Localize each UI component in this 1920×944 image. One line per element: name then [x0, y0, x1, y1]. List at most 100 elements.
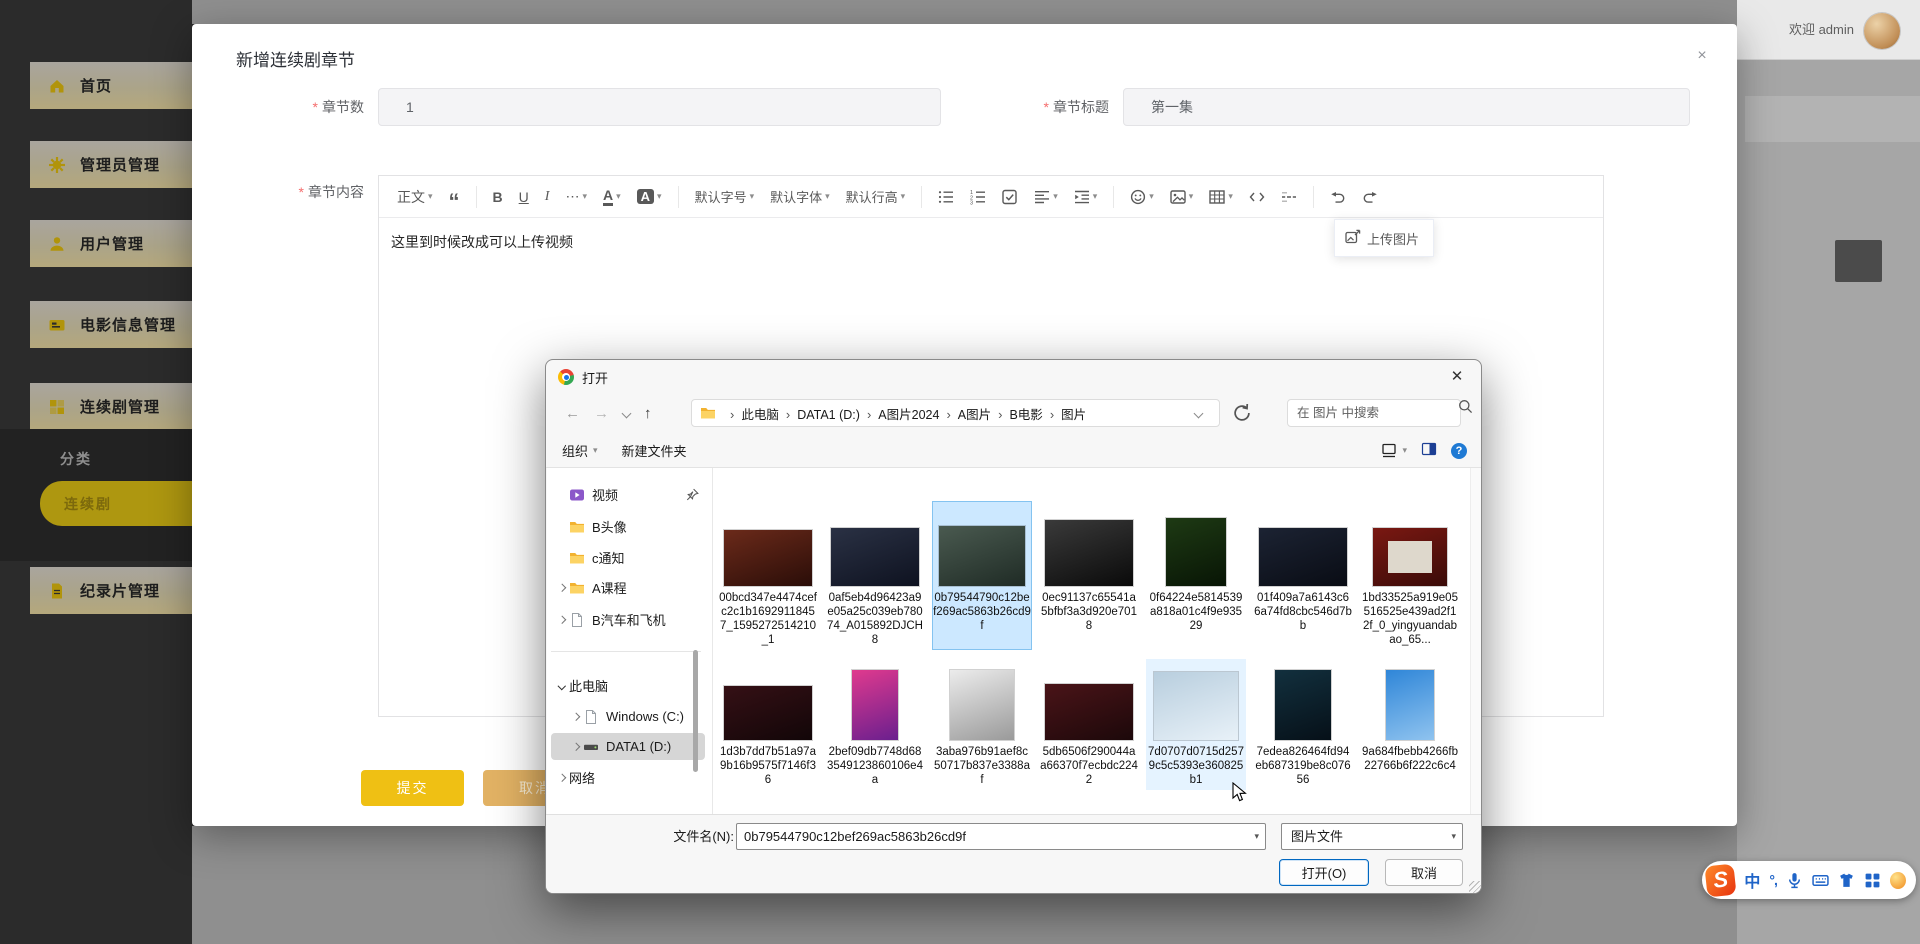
file-item[interactable]: 0af5eb4d96423a9e05a25c039eb78074_A015892… — [825, 501, 925, 650]
new-folder-button[interactable]: 新建文件夹 — [622, 441, 687, 460]
resize-grip[interactable] — [1469, 881, 1481, 893]
tree-item[interactable]: B汽车和飞机 — [551, 606, 705, 633]
sogou-logo-icon[interactable]: S — [1704, 863, 1737, 897]
avatar[interactable] — [1864, 13, 1900, 49]
chevron-down-icon[interactable] — [555, 681, 569, 690]
microphone-icon[interactable] — [1786, 872, 1803, 889]
chevron-right-icon[interactable] — [555, 615, 569, 624]
toolbar-italic-button[interactable]: I — [537, 185, 558, 209]
file-item[interactable]: 01f409a7a6143c66a74fd8cbc546d7bb — [1253, 501, 1353, 650]
sidebar-section-label: 分类 — [60, 451, 92, 467]
tree-item[interactable]: A课程 — [551, 574, 705, 601]
tree-item[interactable]: DATA1 (D:) — [551, 733, 705, 760]
tree-item[interactable]: 视频 — [551, 481, 705, 508]
caret-down-icon: ▾ — [1228, 191, 1233, 201]
chapter-title-input[interactable]: 第一集 — [1123, 88, 1690, 126]
toolbar-indent-button[interactable]: ▾ — [1066, 185, 1106, 209]
home-icon — [48, 77, 66, 95]
file-item[interactable]: 5db6506f290044aa66370f7ecbdc2242 — [1039, 659, 1139, 790]
file-thumbnail-wrap — [1154, 662, 1238, 740]
open-button[interactable]: 打开(O) — [1279, 859, 1369, 886]
refresh-icon[interactable] — [1232, 403, 1252, 423]
toolbar-more-text-style-button[interactable]: ⋯ ▾ — [557, 184, 595, 209]
toolbar-blockquote-button[interactable]: “ — [441, 183, 468, 212]
filetype-select[interactable]: 图片文件 ▾ — [1281, 823, 1463, 850]
organize-button[interactable]: 组织 ▾ — [562, 441, 598, 460]
punctuation-icon[interactable]: °, — [1769, 872, 1777, 888]
file-item[interactable]: 1d3b7dd7b51a97a9b16b9575f7146f36 — [718, 659, 818, 790]
close-icon[interactable]: × — [1690, 44, 1714, 68]
toolbar-todo-list-button[interactable] — [994, 185, 1026, 209]
tree-item[interactable]: c通知 — [551, 544, 705, 571]
toolbar-redo-button[interactable] — [1354, 185, 1386, 209]
file-item[interactable]: 0b79544790c12bef269ac5863b26cd9f — [932, 501, 1032, 650]
toolbar-insert-image-button[interactable]: ▾ — [1162, 185, 1202, 209]
file-thumbnail-wrap — [950, 662, 1014, 740]
tree-item[interactable]: 此电脑 — [551, 672, 705, 699]
submit-button[interactable]: 提交 — [361, 770, 464, 806]
file-item[interactable]: 0f64224e5814539a818a01c4f9e93529 — [1146, 501, 1246, 650]
breadcrumb-segment[interactable]: 此电脑 — [741, 408, 779, 422]
breadcrumb-segment[interactable]: DATA1 (D:) — [797, 408, 860, 422]
change-view-button[interactable]: ▾ — [1381, 443, 1407, 459]
toolbar-emoji-button[interactable]: ▾ — [1122, 185, 1162, 209]
file-item[interactable]: 0ec91137c65541a5bfbf3a3d920e7018 — [1039, 501, 1139, 650]
emoji-icon[interactable] — [1889, 871, 1906, 889]
toolbar-ordered-list-button[interactable]: 123 — [962, 185, 994, 209]
filename-input[interactable]: 0b79544790c12bef269ac5863b26cd9f ▾ — [736, 823, 1266, 850]
toolbar-font-color-button[interactable]: A ▾ — [595, 184, 629, 210]
upload-image-menu-item[interactable]: 上传图片 — [1334, 219, 1434, 257]
toolbar-code-block-button[interactable] — [1241, 185, 1273, 209]
dialog-cancel-button[interactable]: 取消 — [1385, 859, 1463, 886]
close-icon[interactable]: ✕ — [1439, 360, 1475, 394]
file-item[interactable]: 3aba976b91aef8c50717b837e3388af — [932, 659, 1032, 790]
help-icon[interactable]: ? — [1451, 442, 1467, 459]
breadcrumb-segment[interactable]: 图片 — [1061, 408, 1086, 422]
tree-item[interactable]: B头像 — [551, 513, 705, 540]
toolbar-line-height-button[interactable]: 默认行高 ▾ — [838, 183, 914, 210]
breadcrumb-segment[interactable]: A图片2024 — [878, 408, 939, 422]
tree-item[interactable]: Windows (C:) — [551, 703, 705, 730]
toolbox-icon[interactable] — [1864, 872, 1881, 889]
back-icon[interactable]: ← — [565, 405, 580, 422]
file-name: 7edea826464fd94eb687319be8c07656 — [1255, 746, 1351, 786]
toolbar-paragraph-style-button[interactable]: 正文 ▾ — [389, 183, 441, 211]
toolbar-font-family-button[interactable]: 默认字体 ▾ — [762, 183, 838, 210]
chinese-mode-icon[interactable]: 中 — [1744, 868, 1760, 892]
toolbar-insert-table-button[interactable]: ▾ — [1201, 185, 1241, 209]
file-item[interactable]: 2bef09db7748d683549123860106e4a — [825, 659, 925, 790]
filename-label: 文件名(N): — [673, 829, 734, 844]
tree-scrollbar-thumb[interactable] — [693, 650, 698, 772]
breadcrumb-dropdown-icon[interactable] — [1193, 408, 1204, 419]
toolbar-undo-button[interactable] — [1322, 185, 1354, 209]
toolbar-horizontal-rule-button[interactable] — [1273, 185, 1305, 209]
file-item[interactable]: 7edea826464fd94eb687319be8c07656 — [1253, 659, 1353, 790]
preview-pane-button[interactable] — [1421, 441, 1437, 460]
up-icon[interactable]: ↑ — [644, 405, 652, 422]
recent-locations-icon[interactable] — [621, 408, 632, 419]
search-input[interactable]: 在 图片 中搜索 — [1287, 399, 1461, 427]
chapter-number-input[interactable]: 1 — [378, 88, 941, 126]
file-item[interactable]: 9a684fbebb4266fb22766b6f222c6c4 — [1360, 659, 1460, 790]
skin-icon[interactable] — [1838, 872, 1855, 889]
chevron-right-icon[interactable] — [569, 742, 583, 751]
toolbar-underline-button[interactable]: U — [511, 185, 537, 209]
keyboard-icon[interactable] — [1812, 872, 1829, 889]
chevron-right-icon[interactable] — [569, 712, 583, 721]
forward-icon[interactable]: → — [594, 405, 609, 422]
toolbar-align-button[interactable]: ▾ — [1026, 185, 1066, 209]
file-item[interactable]: 00bcd347e4474cefc2c1b16929118457_1595272… — [718, 501, 818, 650]
breadcrumb-segment[interactable]: B电影 — [1009, 408, 1042, 422]
toolbar-font-size-button[interactable]: 默认字号 ▾ — [687, 183, 763, 210]
toolbar-bold-button[interactable]: B — [485, 185, 511, 209]
breadcrumb-segment[interactable]: A图片 — [958, 408, 991, 422]
chevron-right-icon[interactable] — [555, 773, 569, 782]
file-item[interactable]: 7d0707d0715d2579c5c5393e360825b1 — [1146, 659, 1246, 790]
chevron-right-icon[interactable] — [555, 583, 569, 592]
toolbar-bullet-list-button[interactable] — [930, 185, 962, 209]
toolbar-highlight-color-button[interactable]: A ▾ — [629, 185, 670, 208]
file-item[interactable]: 1bd33525a919e05516525e439ad2f12f_0_yingy… — [1360, 501, 1460, 650]
scrollbar-track[interactable] — [1470, 468, 1481, 814]
caret-down-icon: ▾ — [900, 191, 906, 201]
tree-item[interactable]: 网络 — [551, 764, 705, 791]
